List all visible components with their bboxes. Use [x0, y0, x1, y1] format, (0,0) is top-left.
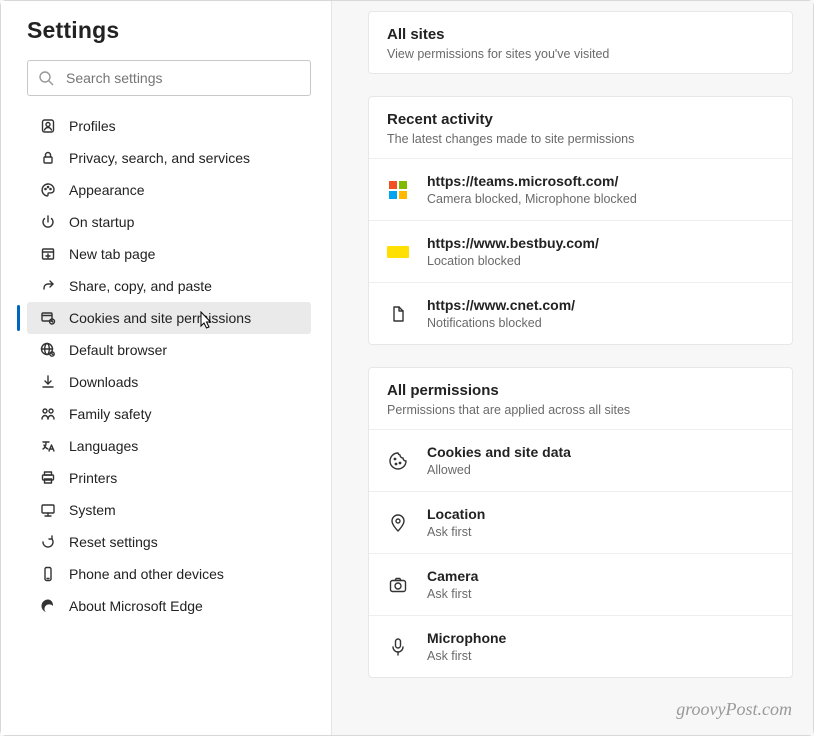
- sidebar-item-label: Reset settings: [69, 534, 158, 550]
- sidebar-item-default-browser[interactable]: Default browser: [27, 334, 311, 366]
- recent-activity-title: Recent activity: [387, 111, 774, 128]
- sidebar-item-printers[interactable]: Printers: [27, 462, 311, 494]
- sidebar-item-label: Appearance: [69, 182, 145, 198]
- bestbuy-logo-icon: [387, 241, 409, 263]
- sidebar-item-family-safety[interactable]: Family safety: [27, 398, 311, 430]
- permission-name: Location: [427, 506, 485, 522]
- all-sites-card[interactable]: All sites View permissions for sites you…: [368, 11, 793, 74]
- recent-activity-list: https://teams.microsoft.com/Camera block…: [369, 158, 792, 344]
- site-url: https://www.cnet.com/: [427, 297, 575, 313]
- sidebar-item-phone-and-other-devices[interactable]: Phone and other devices: [27, 558, 311, 590]
- sidebar-item-label: Privacy, search, and services: [69, 150, 250, 166]
- all-permissions-list: Cookies and site data Allowed Location Ask …: [369, 429, 792, 677]
- power-icon: [39, 213, 57, 231]
- sidebar-item-appearance[interactable]: Appearance: [27, 174, 311, 206]
- sidebar-item-label: System: [69, 502, 116, 518]
- permission-row-location[interactable]: Location Ask first: [369, 491, 792, 553]
- microphone-icon: [387, 636, 409, 658]
- share-icon: [39, 277, 57, 295]
- site-url: https://teams.microsoft.com/: [427, 173, 637, 189]
- sidebar-item-on-startup[interactable]: On startup: [27, 206, 311, 238]
- sidebar-item-cookies-and-site-permissions[interactable]: Cookies and site permissions: [27, 302, 311, 334]
- sidebar-item-label: Family safety: [69, 406, 151, 422]
- permission-status: Allowed: [427, 463, 571, 477]
- family-icon: [39, 405, 57, 423]
- profile-icon: [39, 117, 57, 135]
- download-icon: [39, 373, 57, 391]
- sidebar-item-label: Downloads: [69, 374, 138, 390]
- site-permission-status: Notifications blocked: [427, 316, 575, 330]
- site-permission-status: Location blocked: [427, 254, 599, 268]
- search-settings[interactable]: [27, 60, 311, 96]
- recent-activity-sub: The latest changes made to site permissi…: [387, 132, 774, 146]
- sidebar-item-label: Profiles: [69, 118, 116, 134]
- sidebar-item-system[interactable]: System: [27, 494, 311, 526]
- lock-icon: [39, 149, 57, 167]
- system-icon: [39, 501, 57, 519]
- permission-row-cookies-and-site-data[interactable]: Cookies and site data Allowed: [369, 429, 792, 491]
- sidebar-item-label: New tab page: [69, 246, 155, 262]
- recent-site-row[interactable]: https://www.bestbuy.com/Location blocked: [369, 220, 792, 282]
- all-permissions-title: All permissions: [387, 382, 774, 399]
- sidebar-item-label: Printers: [69, 470, 117, 486]
- search-input[interactable]: [66, 70, 300, 86]
- phone-icon: [39, 565, 57, 583]
- settings-sidebar: Settings Profiles Privacy, search, and se…: [1, 1, 332, 735]
- permission-name: Cookies and site data: [427, 444, 571, 460]
- sidebar-item-label: Default browser: [69, 342, 167, 358]
- microsoft-logo-icon: [387, 179, 409, 201]
- sidebar-item-label: Languages: [69, 438, 138, 454]
- sidebar-item-label: Phone and other devices: [69, 566, 224, 582]
- printer-icon: [39, 469, 57, 487]
- sidebar-item-label: Share, copy, and paste: [69, 278, 212, 294]
- site-permission-status: Camera blocked, Microphone blocked: [427, 192, 637, 206]
- permission-status: Ask first: [427, 587, 478, 601]
- page-icon: [387, 303, 409, 325]
- camera-icon: [387, 574, 409, 596]
- all-permissions-card: All permissions Permissions that are app…: [368, 367, 793, 678]
- permission-row-microphone[interactable]: Microphone Ask first: [369, 615, 792, 677]
- permission-status: Ask first: [427, 649, 506, 663]
- palette-icon: [39, 181, 57, 199]
- sidebar-item-downloads[interactable]: Downloads: [27, 366, 311, 398]
- settings-title: Settings: [27, 17, 311, 44]
- reset-icon: [39, 533, 57, 551]
- location-icon: [387, 512, 409, 534]
- permissions-icon: [39, 309, 57, 327]
- edge-icon: [39, 597, 57, 615]
- all-sites-title: All sites: [387, 26, 774, 43]
- all-sites-sub: View permissions for sites you've visite…: [387, 47, 774, 61]
- language-icon: [39, 437, 57, 455]
- sidebar-item-privacy-search-and-services[interactable]: Privacy, search, and services: [27, 142, 311, 174]
- search-icon: [38, 70, 54, 86]
- settings-nav: Profiles Privacy, search, and services App…: [27, 110, 311, 622]
- permission-name: Camera: [427, 568, 478, 584]
- sidebar-item-about-microsoft-edge[interactable]: About Microsoft Edge: [27, 590, 311, 622]
- settings-content: All sites View permissions for sites you…: [332, 1, 813, 735]
- sidebar-item-label: About Microsoft Edge: [69, 598, 203, 614]
- sidebar-item-new-tab-page[interactable]: New tab page: [27, 238, 311, 270]
- recent-activity-card: Recent activity The latest changes made …: [368, 96, 793, 345]
- permission-name: Microphone: [427, 630, 506, 646]
- all-permissions-sub: Permissions that are applied across all …: [387, 403, 774, 417]
- permission-status: Ask first: [427, 525, 485, 539]
- sidebar-item-label: On startup: [69, 214, 134, 230]
- sidebar-item-label: Cookies and site permissions: [69, 310, 251, 326]
- sidebar-item-reset-settings[interactable]: Reset settings: [27, 526, 311, 558]
- cookie-icon: [387, 450, 409, 472]
- site-url: https://www.bestbuy.com/: [427, 235, 599, 251]
- sidebar-item-languages[interactable]: Languages: [27, 430, 311, 462]
- browser-icon: [39, 341, 57, 359]
- newtab-icon: [39, 245, 57, 263]
- sidebar-item-profiles[interactable]: Profiles: [27, 110, 311, 142]
- sidebar-item-share-copy-and-paste[interactable]: Share, copy, and paste: [27, 270, 311, 302]
- recent-site-row[interactable]: https://www.cnet.com/Notifications block…: [369, 282, 792, 344]
- permission-row-camera[interactable]: Camera Ask first: [369, 553, 792, 615]
- recent-site-row[interactable]: https://teams.microsoft.com/Camera block…: [369, 158, 792, 220]
